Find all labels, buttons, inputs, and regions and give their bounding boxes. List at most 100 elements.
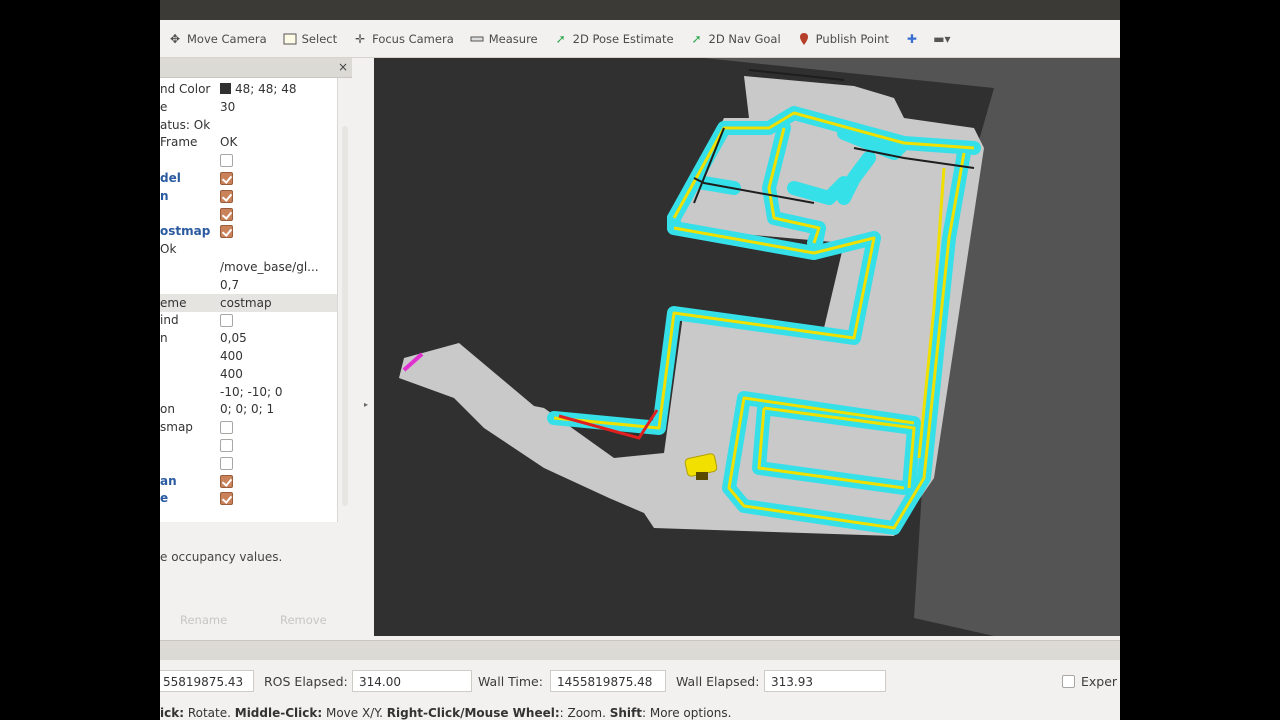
property-row[interactable]: ostmap [160, 222, 337, 240]
property-row[interactable]: atus: Ok [160, 116, 337, 134]
publish-point-tool[interactable]: Publish Point [789, 26, 897, 52]
tool-label: Move Camera [187, 31, 267, 46]
ros-elapsed-field[interactable]: 314.00 [352, 670, 472, 692]
property-row[interactable]: nd Color 48; 48; 48 [160, 80, 337, 98]
property-row[interactable]: Frame OK [160, 133, 337, 151]
pose-estimate-icon: ➚ [555, 31, 566, 46]
wall-elapsed-label: Wall Elapsed: [676, 674, 760, 689]
property-row[interactable]: on 0; 0; 0; 1 [160, 400, 337, 418]
property-row[interactable]: e 30 [160, 98, 337, 116]
property-description: e occupancy values. [160, 550, 283, 564]
property-name: e [160, 99, 168, 114]
property-name: smap [160, 420, 193, 435]
property-value: 400 [220, 366, 243, 381]
property-value[interactable] [220, 491, 332, 506]
property-value: OK [220, 135, 238, 150]
tool-label: Publish Point [815, 31, 889, 46]
property-checkbox[interactable] [220, 456, 233, 470]
property-value: 30 [220, 99, 236, 114]
title-bar [160, 0, 1120, 20]
property-row[interactable]: n [160, 187, 337, 205]
panel-buttons: Rename Remove [160, 613, 350, 633]
property-row[interactable]: 0,7 [160, 276, 337, 294]
property-row[interactable]: ind [160, 311, 337, 329]
nav-goal-tool[interactable]: ➚ 2D Nav Goal [682, 26, 789, 52]
experimental-checkbox[interactable] [1062, 675, 1075, 688]
property-value[interactable] [220, 153, 332, 168]
property-value: 0,7 [220, 277, 240, 292]
experimental-toggle[interactable]: Exper [1062, 674, 1117, 689]
minus-dropdown-icon: ▬▾ [933, 31, 951, 46]
property-checkbox[interactable] [220, 189, 233, 203]
property-row[interactable]: 400 [160, 365, 337, 383]
property-row[interactable] [160, 454, 337, 472]
property-checkbox[interactable] [220, 492, 233, 506]
focus-camera-tool[interactable]: ✛ Focus Camera [345, 26, 462, 52]
panel-scrollbar[interactable] [342, 126, 348, 506]
rename-button[interactable]: Rename [180, 613, 227, 627]
publish-point-icon [797, 32, 811, 46]
property-checkbox[interactable] [220, 207, 233, 221]
wall-elapsed-field[interactable]: 313.93 [764, 670, 886, 692]
property-checkbox[interactable] [220, 172, 233, 185]
panel-header: × [160, 58, 352, 78]
display-property-tree[interactable]: nd Color 48; 48; 48 e 30 atus: Ok Frame OK del n… [160, 78, 338, 522]
color-swatch[interactable] [220, 83, 231, 94]
property-row[interactable]: e [160, 489, 337, 507]
property-value[interactable] [220, 456, 332, 470]
property-row[interactable] [160, 205, 337, 223]
pose-estimate-tool[interactable]: ➚ 2D Pose Estimate [546, 26, 682, 52]
property-checkbox[interactable] [220, 474, 233, 488]
property-value[interactable] [220, 420, 332, 435]
render-view[interactable] [374, 58, 1120, 636]
status-hint-shift: Shift [609, 706, 642, 720]
property-value[interactable] [220, 474, 332, 488]
property-value[interactable] [220, 207, 332, 221]
property-row[interactable]: an [160, 472, 337, 490]
property-row[interactable]: del [160, 169, 337, 187]
property-row[interactable]: -10; -10; 0 [160, 383, 337, 401]
property-checkbox[interactable] [220, 439, 233, 452]
property-value[interactable] [220, 224, 332, 239]
add-tool-button[interactable]: ✚ [897, 26, 927, 52]
nav-goal-icon: ➚ [691, 31, 702, 46]
focus-camera-icon: ✛ [355, 31, 366, 46]
property-value[interactable] [220, 438, 332, 452]
property-name: e [160, 491, 169, 506]
ros-time-field[interactable]: 55819875.43 [160, 670, 254, 692]
tools-toolbar: ✥ Move Camera Select ✛ Focus Camera Meas… [160, 20, 1120, 58]
property-row[interactable]: /move_base/gl... [160, 258, 337, 276]
property-value: costmap [220, 295, 272, 310]
close-icon[interactable]: × [338, 60, 348, 74]
property-value[interactable] [220, 313, 332, 328]
select-tool[interactable]: Select [275, 26, 345, 52]
property-name: ostmap [160, 224, 211, 239]
property-checkbox[interactable] [220, 421, 233, 435]
property-value: /move_base/gl... [220, 260, 319, 274]
status-hint-text: Rotate. [184, 706, 235, 720]
property-name: atus: Ok [160, 117, 211, 132]
property-row[interactable]: n 0,05 [160, 329, 337, 347]
remove-tool-button[interactable]: ▬▾ [927, 26, 957, 52]
property-name: ind [160, 313, 179, 328]
measure-tool[interactable]: Measure [462, 26, 546, 52]
property-row[interactable]: 400 [160, 347, 337, 365]
measure-icon [470, 32, 484, 46]
property-checkbox[interactable] [220, 154, 233, 168]
remove-button[interactable]: Remove [280, 613, 327, 627]
property-row[interactable] [160, 436, 337, 454]
move-camera-tool[interactable]: ✥ Move Camera [160, 26, 275, 52]
property-value[interactable] [220, 189, 332, 203]
costmap-render [399, 58, 1120, 636]
property-row[interactable]: smap [160, 418, 337, 436]
property-value[interactable] [220, 171, 332, 185]
status-hint-left-click: ick: [160, 706, 185, 720]
property-row[interactable] [160, 151, 337, 169]
tool-label: Focus Camera [372, 31, 454, 46]
property-row[interactable]: Ok [160, 240, 337, 258]
wall-time-field[interactable]: 1455819875.48 [550, 670, 666, 692]
property-checkbox[interactable] [220, 314, 233, 328]
splitter-handle-icon[interactable]: ▸ [364, 400, 368, 409]
property-checkbox[interactable] [220, 225, 233, 239]
property-row[interactable]: eme costmap [160, 293, 337, 312]
